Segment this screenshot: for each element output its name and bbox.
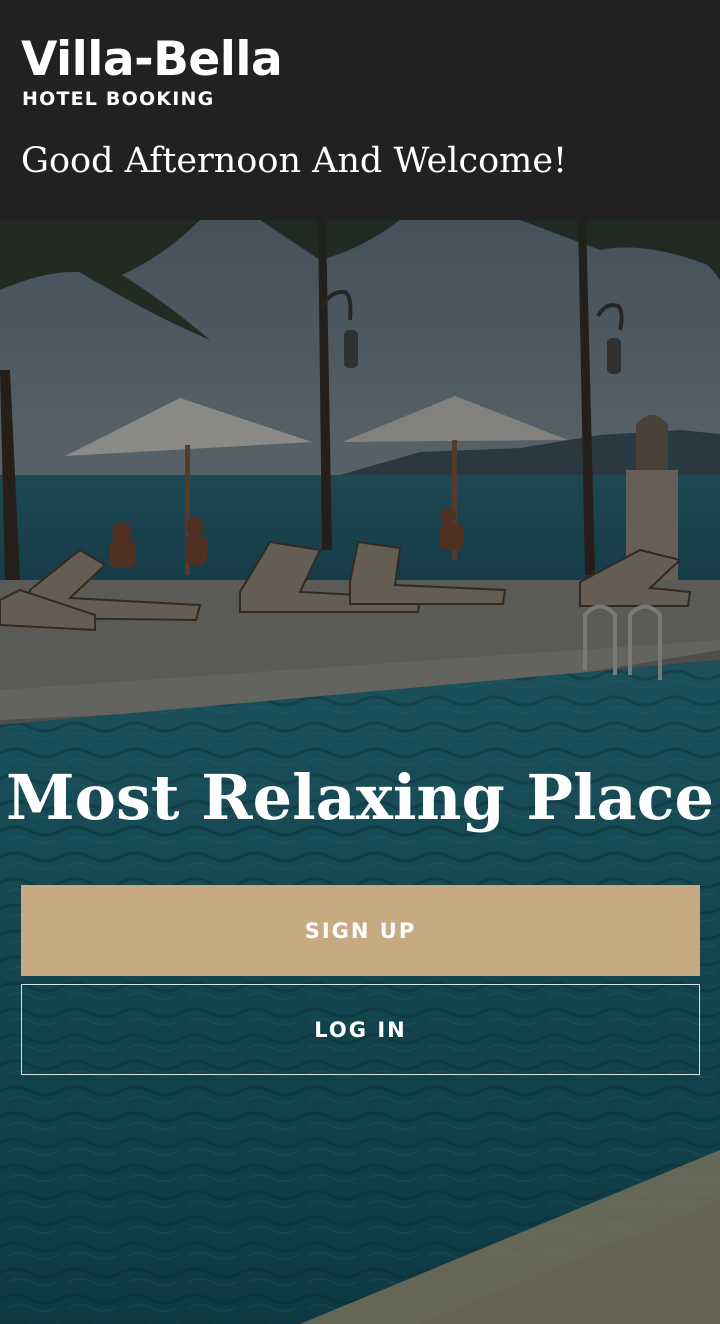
brand-name: Villa-Bella	[21, 32, 283, 87]
brand-subtitle: HOTEL BOOKING	[22, 88, 215, 110]
greeting-text: Good Afternoon And Welcome!	[21, 141, 568, 181]
log-in-button[interactable]: LOG IN	[21, 984, 700, 1075]
app-header: Villa-Bella HOTEL BOOKING Good Afternoon…	[0, 0, 720, 220]
hero-title: Most Relaxing Place	[6, 761, 714, 834]
hero-section: Most Relaxing Place SIGN UP LOG IN	[0, 220, 720, 1324]
sign-up-button[interactable]: SIGN UP	[21, 885, 700, 976]
